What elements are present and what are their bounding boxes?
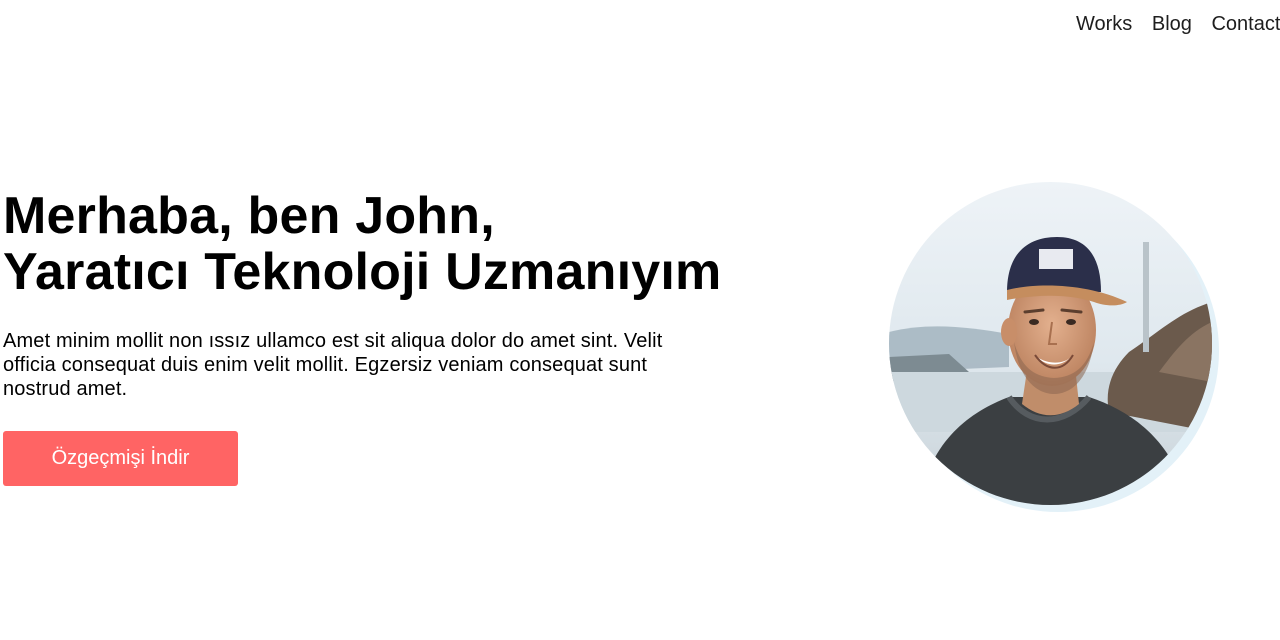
nav-item-blog[interactable]: Blog: [1152, 13, 1192, 35]
hero-title-line-2: Yaratıcı Teknoloji Uzmanıyım: [3, 243, 722, 301]
hero-title-line-1: Merhaba, ben John,: [3, 187, 495, 245]
nav-item-works[interactable]: Works: [1076, 13, 1132, 35]
nav-item-contact[interactable]: Contact: [1211, 13, 1280, 35]
main-nav: Works Blog Contact: [1076, 12, 1280, 36]
profile-photo-illustration: [889, 182, 1212, 505]
profile-photo: [889, 182, 1212, 505]
hero-title: Merhaba, ben John, Yaratıcı Teknoloji Uz…: [3, 188, 721, 300]
download-resume-button[interactable]: Özgeçmişi İndir: [3, 431, 238, 486]
profile-photo-wrapper: [889, 182, 1223, 516]
hero-description: Amet minim mollit non ıssız ullamco est …: [3, 330, 663, 400]
